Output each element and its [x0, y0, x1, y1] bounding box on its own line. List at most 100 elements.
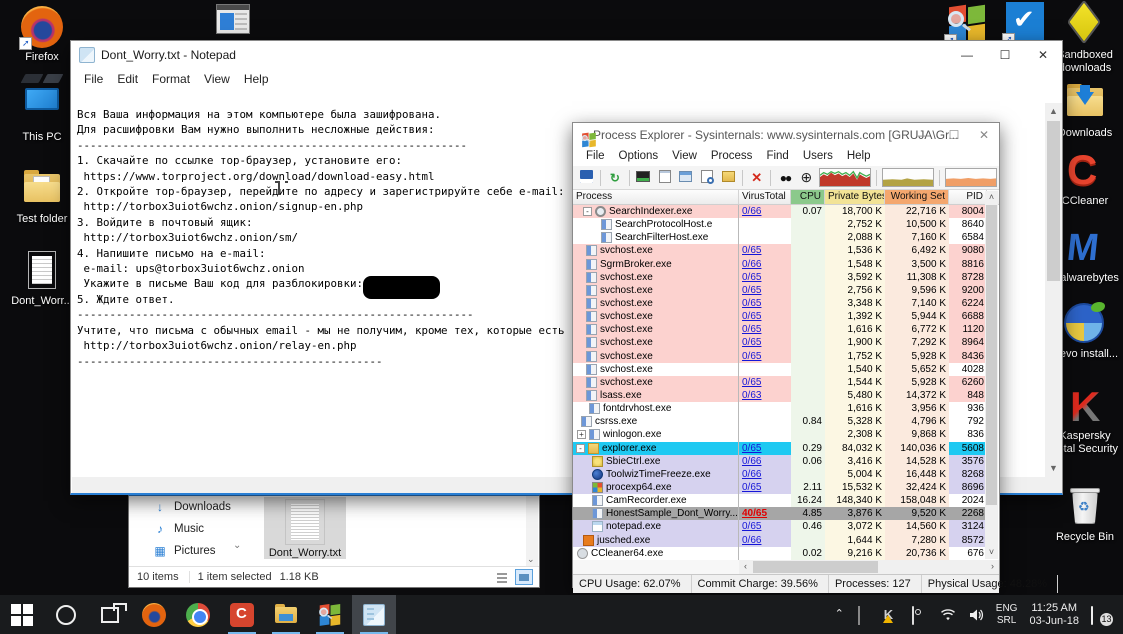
taskbar-start-button[interactable]: [0, 595, 44, 634]
scroll-down-arrow-icon[interactable]: ▼: [1045, 460, 1062, 477]
procexp-menu-help[interactable]: Help: [840, 149, 878, 163]
process-row-searchprotocolhoste[interactable]: SearchProtocolHost.e 2,752 K 10,500 K 8640: [573, 218, 999, 232]
find-handle-button[interactable]: ●●: [775, 168, 794, 187]
desktop-icon-this-pc[interactable]: This PC: [5, 74, 79, 144]
scroll-up-arrow-icon[interactable]: ▲: [1045, 103, 1062, 120]
save-button[interactable]: [577, 168, 596, 187]
clock[interactable]: 11:25 AM 03-Jun-18: [1029, 602, 1079, 628]
column-header-private-bytes[interactable]: Private Bytes: [825, 190, 885, 204]
procexp-menu-file[interactable]: File: [579, 149, 612, 163]
sandboxie-tray-icon[interactable]: [856, 605, 872, 625]
process-row-searchindexerexe[interactable]: - SearchIndexer.exe 0/66 0.07 18,700 K 22,716…: [573, 205, 999, 219]
scroll-up-arrow-icon[interactable]: ˄: [985, 191, 998, 204]
process-row-winlogonexe[interactable]: + winlogon.exe 2,308 K 9,868 K 836: [573, 428, 999, 442]
scroll-down-arrow-icon[interactable]: ⌄: [527, 554, 535, 565]
procexp-menu-find[interactable]: Find: [759, 149, 795, 163]
find-window-target-button[interactable]: ⊕: [797, 168, 816, 187]
notepad-menu-view[interactable]: View: [197, 71, 237, 87]
procexp-menu-view[interactable]: View: [665, 149, 704, 163]
taskbar-notepad-button[interactable]: [352, 595, 396, 634]
virustotal-link[interactable]: 0/66: [742, 535, 761, 546]
process-row-searchfilterhostexe[interactable]: SearchFilterHost.exe 2,088 K 7,160 K 6584: [573, 231, 999, 245]
cpu-history-graph[interactable]: [819, 168, 872, 187]
refresh-button[interactable]: ↻: [605, 168, 624, 187]
scrollbar-thumb[interactable]: [1047, 121, 1060, 281]
recorder-tray-icon[interactable]: [911, 605, 928, 625]
taskbar-cortana-button[interactable]: [44, 595, 88, 634]
process-row-svchostexe[interactable]: svchost.exe 0/65 1,392 K 5,944 K 6688: [573, 310, 999, 324]
nav-scroll-down-icon[interactable]: ⌄: [233, 540, 245, 554]
process-row-svchostexe[interactable]: svchost.exe 0/65 3,348 K 7,140 K 6224: [573, 296, 999, 311]
taskbar-taskview-button[interactable]: [88, 595, 132, 634]
procexp-menu-users[interactable]: Users: [796, 149, 840, 163]
volume-tray-icon[interactable]: [968, 607, 984, 623]
action-center-icon[interactable]: 13: [1091, 605, 1113, 626]
process-row-svchostexe[interactable]: svchost.exe 0/65 3,592 K 11,308 K 8728: [573, 270, 999, 284]
process-row-svchostexe[interactable]: svchost.exe 0/65 1,616 K 6,772 K 1120: [573, 323, 999, 337]
show-process-tree-button[interactable]: [655, 168, 674, 187]
show-dlls-button[interactable]: [676, 168, 695, 187]
selected-file-tile[interactable]: Dont_Worry.txt: [264, 497, 346, 559]
process-row-svchostexe[interactable]: svchost.exe 1,540 K 5,652 K 4028: [573, 362, 999, 376]
desktop-icon-firefox[interactable]: Firefox: [5, 6, 79, 64]
maximize-button[interactable]: ☐: [939, 123, 969, 147]
process-row-camrecorderexe[interactable]: CamRecorder.exe 16.24 148,340 K 158,048 K 20…: [573, 494, 999, 508]
process-row-sbiectrlexe[interactable]: SbieCtrl.exe 0/66 0.06 3,416 K 14,528 K 3576: [573, 454, 999, 468]
notepad-menu-file[interactable]: File: [77, 71, 110, 87]
collapse-expander-icon[interactable]: -: [576, 443, 585, 453]
collapse-expander-icon[interactable]: -: [583, 207, 592, 217]
process-row-svchostexe[interactable]: svchost.exe 0/65 1,536 K 6,492 K 9080: [573, 244, 999, 258]
horizontal-scrollbar[interactable]: ‹ ›: [739, 560, 999, 574]
physical-memory-history-graph[interactable]: [944, 168, 997, 187]
column-header-pid[interactable]: PID: [949, 190, 987, 204]
scroll-left-arrow-icon[interactable]: ‹: [739, 560, 752, 574]
process-row-toolwiztimefreezeexe[interactable]: ToolwizTimeFreeze.exe 0/66 5,004 K 16,448 K…: [573, 467, 999, 481]
process-row-notepadexe[interactable]: notepad.exe 0/65 0.46 3,072 K 14,560 K 3124: [573, 520, 999, 534]
virustotal-link[interactable]: 40/65: [742, 508, 767, 519]
show-handles-button[interactable]: [698, 168, 717, 187]
virustotal-link[interactable]: 0/66: [742, 456, 761, 467]
procexp-menu-process[interactable]: Process: [704, 149, 760, 163]
details-view-button[interactable]: [493, 569, 511, 585]
kill-process-button[interactable]: ✕: [747, 168, 766, 187]
nav-item-music[interactable]: ♪ Music: [129, 518, 247, 540]
maximize-button[interactable]: ☐: [986, 41, 1024, 69]
commit-history-graph[interactable]: [881, 168, 934, 187]
notepad-menu-edit[interactable]: Edit: [110, 71, 145, 87]
notepad-menu-help[interactable]: Help: [237, 71, 276, 87]
virustotal-link[interactable]: 0/65: [742, 245, 761, 256]
virustotal-link[interactable]: 0/65: [742, 443, 761, 454]
process-row-juschedexe[interactable]: jusched.exe 0/66 1,644 K 7,280 K 8572: [573, 533, 999, 547]
taskbar-camtasia-button[interactable]: [220, 595, 264, 634]
taskbar-procexp-button[interactable]: [308, 595, 352, 634]
column-header-working-set[interactable]: Working Set: [885, 190, 949, 204]
notepad-titlebar[interactable]: Dont_Worry.txt - Notepad — ☐ ✕: [71, 41, 1062, 69]
language-indicator[interactable]: ENG SRL: [996, 603, 1018, 627]
procexp-menu-options[interactable]: Options: [612, 149, 666, 163]
column-header-virustotal[interactable]: VirusTotal: [739, 190, 791, 204]
process-row-lsassexe[interactable]: lsass.exe 0/63 5,480 K 14,372 K 848: [573, 388, 999, 403]
scrollbar-thumb[interactable]: [986, 205, 997, 505]
expand-expander-icon[interactable]: +: [577, 430, 586, 440]
virustotal-link[interactable]: 0/66: [742, 469, 761, 480]
virustotal-link[interactable]: 0/65: [742, 311, 761, 322]
nav-item-pictures[interactable]: ▦ Pictures: [129, 540, 247, 562]
explorer-vertical-scrollbar[interactable]: ⌄: [526, 496, 538, 566]
process-row-honestsampledontworry[interactable]: HonestSample_Dont_Worry... 40/65 4.85 3,876…: [573, 507, 999, 521]
process-row-svchostexe[interactable]: svchost.exe 0/65 1,544 K 5,928 K 6260: [573, 375, 999, 389]
taskbar-chrome-button[interactable]: [176, 595, 220, 634]
virustotal-link[interactable]: 0/65: [742, 324, 761, 335]
notepad-vertical-scrollbar[interactable]: ▲ ▼: [1045, 103, 1062, 477]
virustotal-link[interactable]: 0/63: [742, 390, 761, 401]
virustotal-link[interactable]: 0/66: [742, 259, 761, 270]
virustotal-link[interactable]: 0/65: [742, 351, 761, 362]
resize-grip[interactable]: [1045, 477, 1062, 493]
virustotal-link[interactable]: 0/65: [742, 298, 761, 309]
virustotal-link[interactable]: 0/65: [742, 337, 761, 348]
process-row-explorerexe[interactable]: - explorer.exe 0/65 0.29 84,032 K 140,036 K 56…: [573, 441, 999, 455]
process-row-svchostexe[interactable]: svchost.exe 0/65 1,900 K 7,292 K 8964: [573, 336, 999, 350]
process-row-sgrmbrokerexe[interactable]: SgrmBroker.exe 0/66 1,548 K 3,500 K 8816: [573, 257, 999, 271]
nav-item-downloads[interactable]: ↓ Downloads: [129, 496, 247, 518]
list-vertical-scrollbar[interactable]: ˄ ˅: [985, 191, 998, 559]
taskbar-explorer-button[interactable]: [264, 595, 308, 634]
